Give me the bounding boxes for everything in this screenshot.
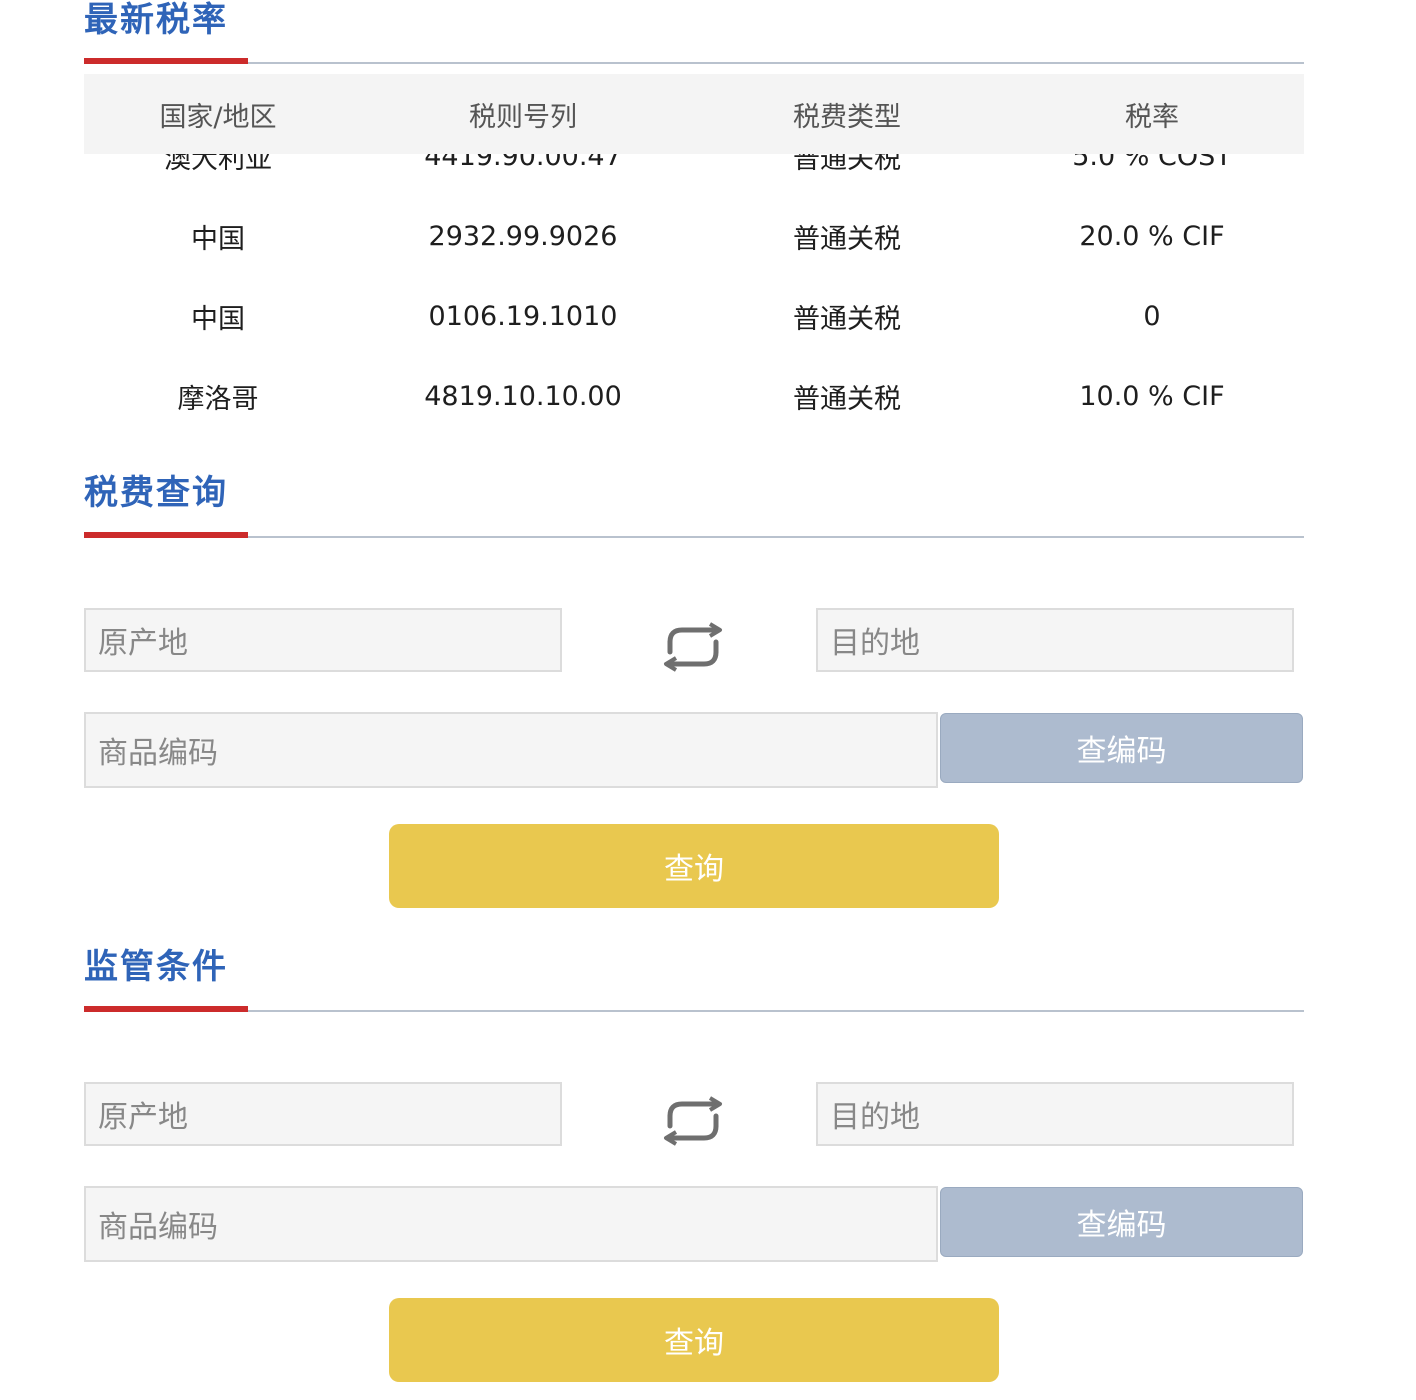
header-tax-type: 税费类型: [793, 101, 901, 133]
destination-input[interactable]: 目的地: [816, 1082, 1294, 1146]
cell-country: 摩洛哥: [177, 383, 259, 415]
title-accent-bar: [84, 1006, 248, 1012]
cell-tax-rate: 20.0 % CIF: [1079, 220, 1225, 252]
lookup-code-button[interactable]: 查编码: [940, 1187, 1303, 1257]
cell-tax-rate: 10.0 % CIF: [1079, 380, 1225, 412]
regulation-title: 监管条件: [84, 947, 228, 987]
cell-country: 中国: [191, 303, 245, 335]
latest-rates-title: 最新税率: [84, 0, 228, 40]
title-accent-bar: [84, 58, 248, 64]
latest-rates-divider: [84, 58, 1304, 64]
cell-tariff-code: 2932.99.9026: [428, 220, 618, 252]
header-country: 国家/地区: [159, 101, 277, 133]
cell-tax-type: 普通关税: [793, 383, 901, 415]
cell-tax-rate: 0: [1143, 300, 1161, 332]
product-code-input[interactable]: 商品编码: [84, 712, 938, 788]
title-accent-bar: [84, 532, 248, 538]
tax-query-button[interactable]: 查询: [389, 824, 999, 908]
table-row[interactable]: 中国 0106.19.1010 普通关税 0: [84, 276, 1304, 356]
tax-query-title: 税费查询: [84, 473, 228, 513]
destination-input[interactable]: 目的地: [816, 608, 1294, 672]
swap-arrows-icon[interactable]: [658, 622, 728, 672]
header-tariff-code: 税则号列: [469, 101, 577, 133]
cell-country: 中国: [191, 223, 245, 255]
cell-tariff-code: 4819.10.10.00: [424, 380, 622, 412]
origin-input[interactable]: 原产地: [84, 608, 562, 672]
origin-input[interactable]: 原产地: [84, 1082, 562, 1146]
product-code-input[interactable]: 商品编码: [84, 1186, 938, 1262]
lookup-code-button[interactable]: 查编码: [940, 713, 1303, 783]
regulation-query-button[interactable]: 查询: [389, 1298, 999, 1382]
cell-tariff-code: 0106.19.1010: [428, 300, 618, 332]
rates-table: 国家/地区 税则号列 税费类型 税率 澳大利亚 4419.90.00.47 普通…: [84, 74, 1304, 444]
header-tax-rate: 税率: [1125, 101, 1179, 133]
table-row[interactable]: 摩洛哥 4819.10.10.00 普通关税 10.0 % CIF: [84, 356, 1304, 436]
table-row[interactable]: 中国 2932.99.9026 普通关税 20.0 % CIF: [84, 196, 1304, 276]
regulation-divider: [84, 1006, 1304, 1012]
cell-tax-type: 普通关税: [793, 303, 901, 335]
rates-table-header: 国家/地区 税则号列 税费类型 税率: [84, 74, 1304, 154]
tax-query-divider: [84, 532, 1304, 538]
swap-arrows-icon[interactable]: [658, 1096, 728, 1146]
cell-tax-type: 普通关税: [793, 223, 901, 255]
